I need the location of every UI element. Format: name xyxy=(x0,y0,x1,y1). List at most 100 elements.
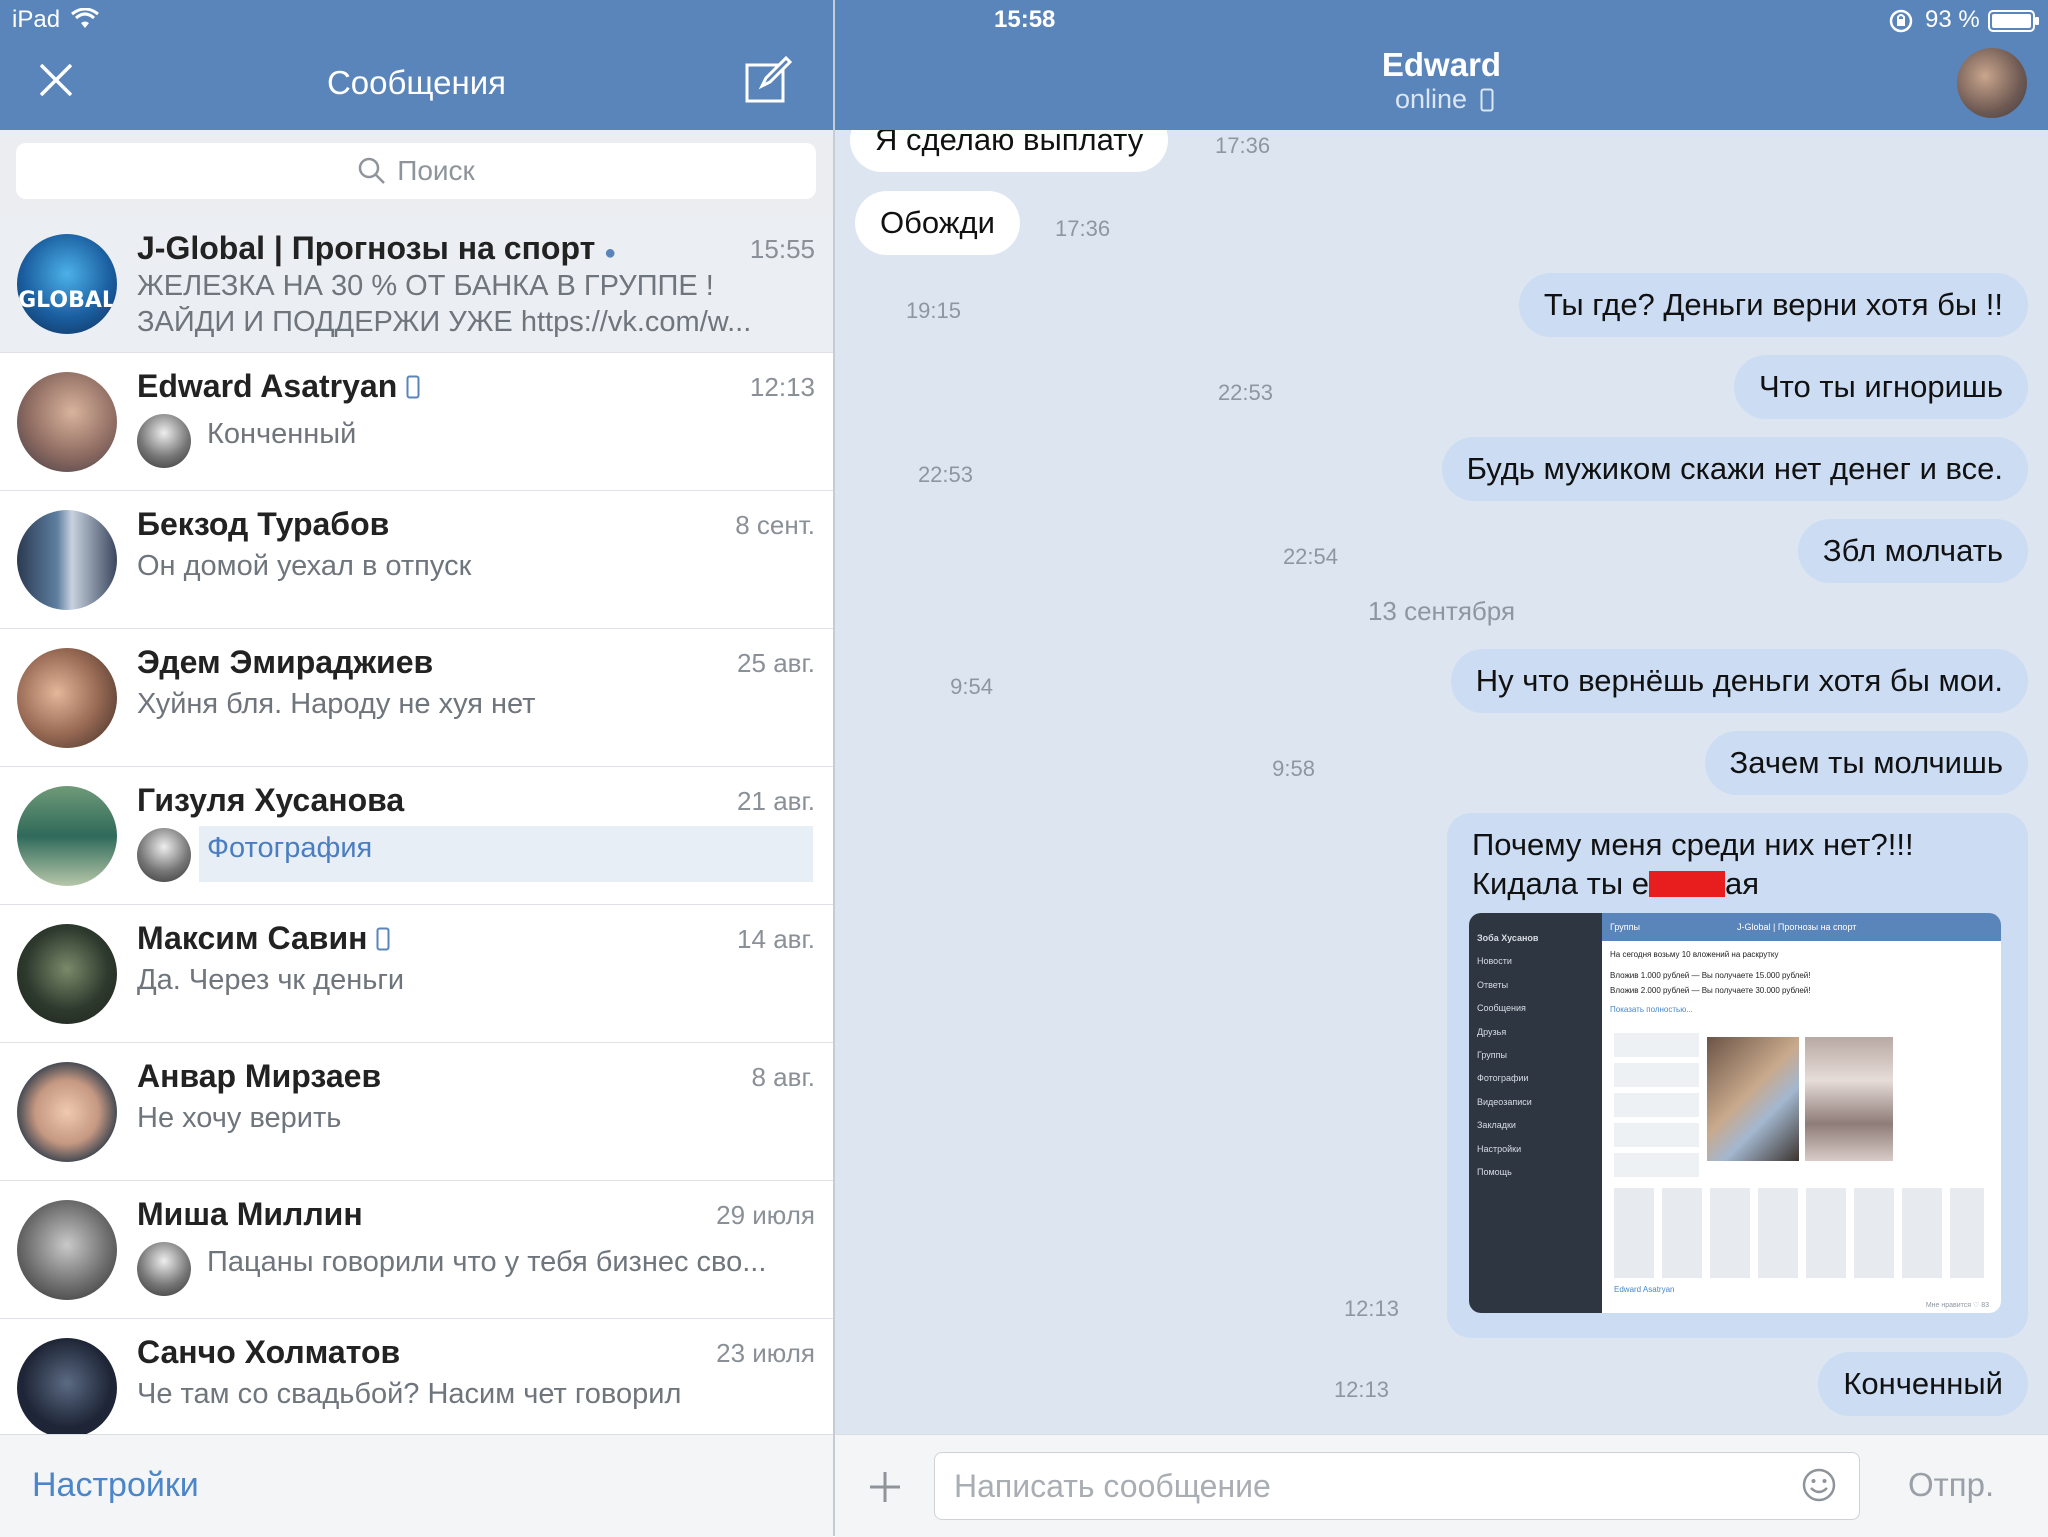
conversation-name: Санчо Холматов xyxy=(137,1334,401,1370)
photo-menu-item: Зоба Хусанов xyxy=(1477,933,1539,943)
search-field[interactable]: Поиск xyxy=(16,143,816,199)
photo-menu-item: Ответы xyxy=(1477,979,1509,990)
avatar xyxy=(17,1200,117,1300)
avatar xyxy=(17,1338,117,1438)
conversation-row[interactable]: Edward Asatryan 12:13 Конченный xyxy=(0,354,833,491)
message-time: 12:13 xyxy=(1343,1296,1399,1321)
avatar xyxy=(17,924,117,1024)
conversation-name: Edward Asatryan xyxy=(137,368,420,405)
attach-plus-icon[interactable] xyxy=(868,1470,902,1504)
conversation-row[interactable]: Гизуля Хусанова 21 авг. Фотография xyxy=(0,768,833,905)
conversation-time: 8 авг. xyxy=(751,1062,816,1092)
conversation-preview-photo[interactable]: Фотография xyxy=(207,832,807,865)
avatar xyxy=(17,786,117,886)
conversation-preview-line2: ЗАЙДИ И ПОДДЕРЖИ УЖЕ https://vk.com/w... xyxy=(137,306,752,338)
conversation-time: 29 июля xyxy=(716,1200,815,1230)
conversation-time: 12:13 xyxy=(749,372,815,402)
search-icon xyxy=(358,157,386,184)
date-separator: 13 сентября xyxy=(1367,596,1516,626)
conversation-preview: Хуйня бля. Народу не хуя нет xyxy=(137,688,536,720)
photo-menu-item: Сообщения xyxy=(1477,1003,1526,1014)
status-time: 15:58 xyxy=(994,6,1056,33)
conversation-time: 25 авг. xyxy=(737,648,815,678)
conversation-row[interactable]: Миша Миллин 29 июля Пацаны говорили что … xyxy=(0,1182,833,1319)
conversation-time: 21 авг. xyxy=(737,786,815,816)
conversation-preview: Конченный xyxy=(207,418,357,450)
sender-avatar xyxy=(137,1242,191,1296)
avatar xyxy=(17,372,117,472)
photo-menu-item: Друзья xyxy=(1477,1026,1507,1037)
chat-area: Я сделаю выплату 17:36 Обожди 17:36 Ты г… xyxy=(835,130,2048,1434)
conversation-name: Анвар Мирзаев xyxy=(137,1058,382,1094)
conversation-name: J-Global | Прогнозы на спорт ● xyxy=(137,230,617,266)
conversation-preview: ЖЕЛЕЗКА НА 30 % ОТ БАНКА В ГРУППЕ ! xyxy=(137,270,714,302)
conversation-name: Эдем Эмираджиев xyxy=(137,644,434,680)
photo-post-text: На сегодня возьму 10 вложений на раскрут… xyxy=(1610,950,1811,1014)
message-time: 17:36 xyxy=(1215,133,1271,158)
settings-link[interactable]: Настройки xyxy=(32,1466,199,1505)
photo-thumb-money xyxy=(1707,1037,1799,1161)
avatar xyxy=(17,648,117,748)
chat-contact-name[interactable]: Edward xyxy=(835,46,2048,84)
message-bubble-incoming[interactable]: Обожди xyxy=(855,191,1020,255)
photo-thumb-grid xyxy=(1614,1188,1984,1278)
conversation-preview: Пацаны говорили что у тебя бизнес сво... xyxy=(207,1246,767,1278)
conversation-preview: Не хочу верить xyxy=(137,1102,342,1134)
message-bubble-outgoing[interactable]: Что ты игноришь xyxy=(1733,355,2028,419)
mobile-phone-icon xyxy=(376,927,390,951)
compose-icon[interactable] xyxy=(744,56,792,104)
message-input-placeholder: Написать сообщение xyxy=(954,1468,1271,1504)
message-bubble-outgoing[interactable]: Ты где? Деньги верни хотя бы !! xyxy=(1518,273,2028,337)
battery-percent: 93 % xyxy=(1925,6,1980,33)
message-bubble-outgoing[interactable]: Збл молчать xyxy=(1797,519,2028,583)
mobile-phone-icon xyxy=(406,375,420,399)
conversation-row[interactable]: Санчо Холматов 23 июля Че там со свадьбо… xyxy=(0,1320,833,1438)
photo-caption: Почему меня среди них нет?!!! Кидала ты … xyxy=(1472,827,1914,901)
photo-menu-item: Видеозаписи xyxy=(1477,1096,1532,1107)
conversation-row[interactable]: Максим Савин 14 авг. Да. Через чк деньги xyxy=(0,906,833,1043)
message-time: 19:15 xyxy=(905,298,961,323)
conversation-row[interactable]: Эдем Эмираджиев 25 авг. Хуйня бля. Народ… xyxy=(0,630,833,767)
conversation-time: 14 авг. xyxy=(737,924,815,954)
photo-attachment[interactable]: Зоба Хусанов Новости Ответы Сообщения Друзья… xyxy=(1469,913,2001,1313)
photo-menu-item: Новости xyxy=(1477,956,1512,967)
conversation-row[interactable]: Бекзод Турабов 8 сент. Он домой уехал в … xyxy=(0,492,833,629)
wifi-icon xyxy=(71,8,99,28)
conversation-name: Максим Савин xyxy=(137,920,390,957)
photo-sidebar: Зоба Хусанов Новости Ответы Сообщения Друзья… xyxy=(1469,913,1602,1313)
photo-menu-item: Группы xyxy=(1477,1050,1507,1061)
message-bubble-photo[interactable]: Почему меня среди них нет?!!! Кидала ты … xyxy=(1447,813,2028,1338)
message-bubble-outgoing[interactable]: Ну что вернёшь деньги хотя бы мои. xyxy=(1450,649,2028,713)
photo-header: Группы J-Global | Прогнозы на спорт xyxy=(1602,913,2001,941)
rotation-lock-icon xyxy=(1889,9,1913,33)
censor-box xyxy=(1648,871,1725,897)
message-time: 12:13 xyxy=(1333,1377,1389,1402)
conversation-name: Гизуля Хусанова xyxy=(137,782,405,818)
emoji-icon[interactable] xyxy=(1801,1467,1837,1503)
conversation-name: Бекзод Турабов xyxy=(137,506,390,542)
photo-menu-item: Настройки xyxy=(1477,1143,1522,1154)
device-label: iPad xyxy=(12,6,61,33)
conversation-preview: Да. Через чк деньги xyxy=(137,964,405,996)
conversation-row[interactable]: Анвар Мирзаев 8 авг. Не хочу верить xyxy=(0,1044,833,1181)
photo-menu-item: Помощь xyxy=(1477,1167,1512,1178)
message-time: 22:53 xyxy=(1217,380,1273,405)
message-bubble-outgoing[interactable]: Конченный xyxy=(1818,1352,2028,1416)
conversation-time: 8 сент. xyxy=(735,510,815,540)
search-placeholder: Поиск xyxy=(397,155,475,186)
message-time: 17:36 xyxy=(1055,216,1111,241)
page-title: Сообщения xyxy=(326,64,507,101)
conversation-time: 23 июля xyxy=(716,1338,815,1368)
message-time: 9:58 xyxy=(1272,756,1315,781)
conversation-name: Миша Миллин xyxy=(137,1196,363,1232)
send-button[interactable]: Отпр. xyxy=(1908,1466,1994,1504)
avatar xyxy=(17,510,117,610)
conversation-row[interactable]: GLOBAL J-Global | Прогнозы на спорт ● 15… xyxy=(0,216,833,353)
message-bubble-outgoing[interactable]: Зачем ты молчишь xyxy=(1704,731,2028,795)
conversation-preview: Че там со свадьбой? Насим чет говорил xyxy=(137,1378,682,1410)
message-time: 22:53 xyxy=(917,462,973,487)
chat-contact-avatar[interactable] xyxy=(1957,48,2027,118)
mobile-phone-icon xyxy=(1480,88,1494,112)
message-bubble-outgoing[interactable]: Будь мужиком скажи нет денег и все. xyxy=(1441,437,2028,501)
message-bubble-incoming[interactable]: Я сделаю выплату xyxy=(850,130,1169,172)
